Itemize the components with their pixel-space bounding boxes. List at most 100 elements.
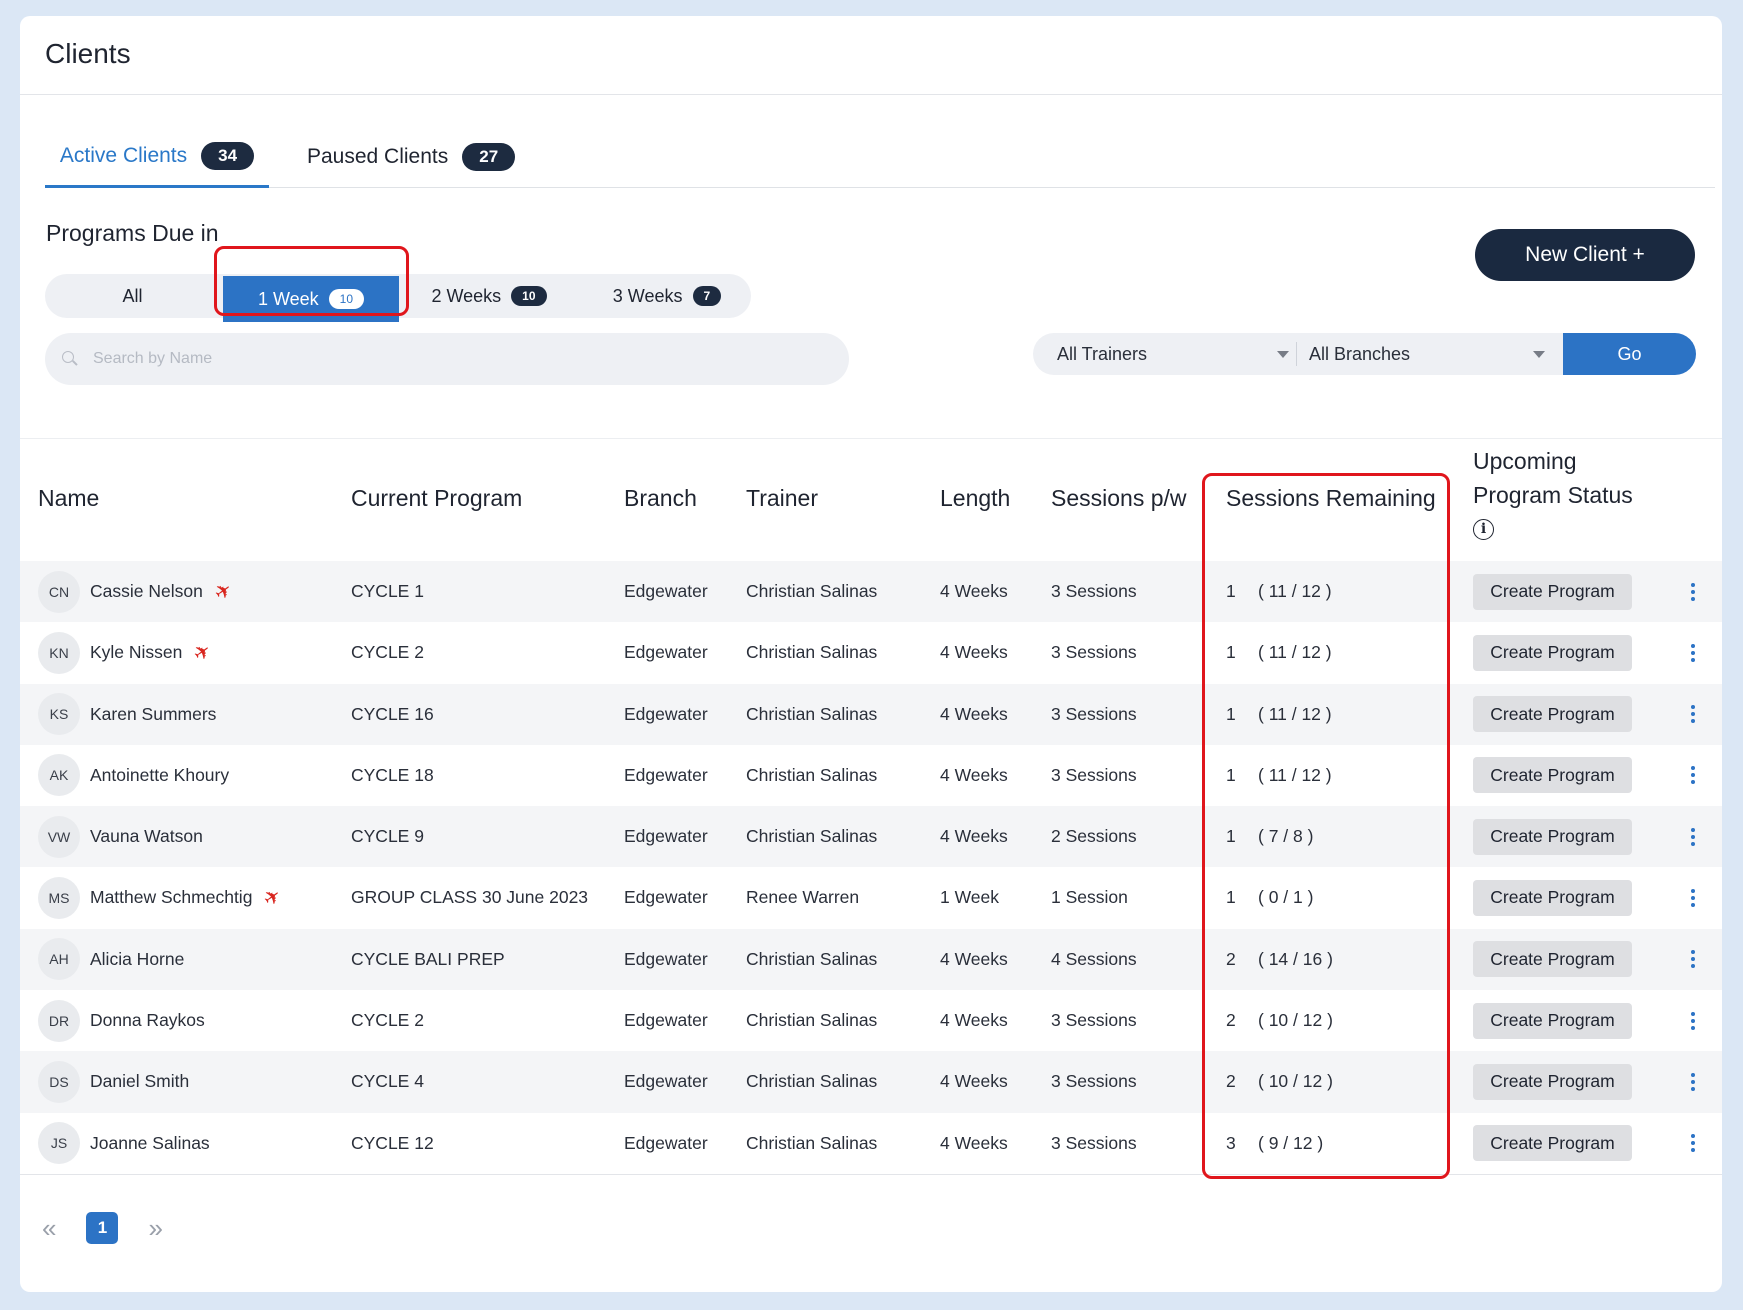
remaining-ratio: ( 10 / 12 )	[1258, 1010, 1333, 1031]
remaining-count: 1	[1226, 642, 1236, 663]
row-menu-cell	[1683, 622, 1703, 683]
row-menu-cell	[1683, 684, 1703, 745]
branch-cell: Edgewater	[624, 826, 708, 847]
status-cell: Create Program	[1473, 622, 1632, 683]
client-name-link[interactable]: Karen Summers	[90, 704, 216, 725]
client-name-link[interactable]: Alicia Horne	[90, 949, 184, 970]
create-program-button[interactable]: Create Program	[1473, 757, 1632, 794]
kebab-menu-icon[interactable]	[1683, 582, 1703, 601]
title-divider	[20, 94, 1722, 95]
program-cell: CYCLE BALI PREP	[351, 948, 505, 969]
remaining-count: 2	[1226, 948, 1236, 969]
row-menu-cell	[1683, 990, 1703, 1051]
search-input[interactable]	[93, 350, 793, 368]
trainer-cell: Christian Salinas	[746, 581, 878, 601]
trainer-cell: Christian Salinas	[746, 826, 878, 847]
remaining-ratio: ( 11 / 12 )	[1258, 642, 1332, 663]
caret-down-icon	[1277, 351, 1289, 358]
create-program-button[interactable]: Create Program	[1473, 634, 1632, 671]
create-program-button[interactable]: Create Program	[1473, 573, 1632, 610]
status-cell: Create Program	[1473, 806, 1632, 867]
filter-option-3-weeks[interactable]: 3 Weeks 7	[579, 274, 755, 318]
filter-option-2-weeks[interactable]: 2 Weeks 10	[401, 274, 577, 318]
create-program-button[interactable]: Create Program	[1473, 1002, 1632, 1039]
kebab-menu-icon[interactable]	[1683, 1011, 1703, 1030]
sessions-remaining-cell: 1 ( 11 / 12 )	[1226, 622, 1332, 683]
create-program-button[interactable]: Create Program	[1473, 818, 1632, 855]
page-number-button[interactable]: 1	[86, 1212, 119, 1244]
create-program-button[interactable]: Create Program	[1473, 1063, 1632, 1100]
name-cell: DS Daniel Smith	[38, 1051, 189, 1112]
avatar: AK	[38, 754, 80, 797]
kebab-menu-icon[interactable]	[1683, 888, 1703, 907]
name-cell: VW Vauna Watson	[38, 806, 203, 867]
kebab-menu-icon[interactable]	[1683, 643, 1703, 662]
client-name-link[interactable]: Daniel Smith	[90, 1071, 189, 1092]
remaining-count: 1	[1226, 703, 1236, 724]
sessions-pw-cell: 3 Sessions	[1051, 703, 1137, 724]
tab-label: Active Clients	[59, 143, 188, 167]
remaining-count: 1	[1226, 887, 1236, 908]
length-cell: 4 Weeks	[940, 581, 1008, 601]
filter-option-all[interactable]: All	[45, 274, 220, 318]
kebab-menu-icon[interactable]	[1683, 766, 1703, 785]
filter-option-1-week[interactable]: 1 Week 10	[223, 276, 399, 322]
program-cell: CYCLE 9	[351, 826, 424, 847]
filter-option-label: All	[122, 285, 143, 306]
row-menu-cell	[1683, 867, 1703, 928]
create-program-button[interactable]: Create Program	[1473, 696, 1632, 733]
client-name-link[interactable]: Matthew Schmechtig	[90, 887, 252, 908]
create-program-button[interactable]: Create Program	[1473, 1125, 1632, 1162]
kebab-menu-icon[interactable]	[1683, 1134, 1703, 1153]
client-name-link[interactable]: Joanne Salinas	[90, 1133, 210, 1154]
tab-count-badge: 27	[462, 143, 516, 171]
trainers-dropdown[interactable]: All Trainers	[1057, 333, 1289, 375]
sessions-pw-cell: 3 Sessions	[1051, 764, 1137, 785]
airplane-icon: ✈	[189, 639, 217, 668]
tab-paused-clients[interactable]: Paused Clients 27	[307, 126, 516, 188]
tab-active-clients[interactable]: Active Clients 34	[45, 126, 269, 188]
table-row: JS Joanne Salinas CYCLE 12 Edgewater Christi…	[20, 1113, 1722, 1174]
kebab-menu-icon[interactable]	[1683, 827, 1703, 846]
kebab-menu-icon[interactable]	[1683, 1072, 1703, 1091]
header-current-program: Current Program	[351, 485, 523, 511]
header-name: Name	[38, 485, 100, 511]
sessions-remaining-cell: 1 ( 11 / 12 )	[1226, 745, 1332, 806]
sessions-remaining-cell: 1 ( 7 / 8 )	[1226, 806, 1313, 867]
create-program-button[interactable]: Create Program	[1473, 941, 1632, 978]
header-status-line1: Upcoming	[1473, 448, 1577, 474]
remaining-ratio: ( 10 / 12 )	[1258, 1071, 1333, 1092]
sessions-remaining-cell: 2 ( 10 / 12 )	[1226, 990, 1333, 1051]
go-button[interactable]: Go	[1563, 333, 1696, 375]
filter-option-label: 3 Weeks	[612, 285, 683, 306]
remaining-ratio: ( 11 / 12 )	[1258, 703, 1332, 724]
status-cell: Create Program	[1473, 929, 1632, 990]
status-cell: Create Program	[1473, 867, 1632, 928]
kebab-menu-icon[interactable]	[1683, 950, 1703, 969]
client-name-link[interactable]: Kyle Nissen	[90, 642, 182, 663]
branch-cell: Edgewater	[624, 703, 708, 724]
chevron-double-right-icon[interactable]: »	[148, 1213, 162, 1244]
pagination: « 1 »	[42, 1211, 163, 1245]
new-client-button[interactable]: New Client +	[1475, 229, 1695, 281]
program-cell: GROUP CLASS 30 June 2023	[351, 887, 589, 908]
chevron-double-left-icon[interactable]: «	[42, 1213, 56, 1244]
table-row: DR Donna Raykos CYCLE 2 Edgewater Christian …	[20, 990, 1722, 1051]
client-name-link[interactable]: Donna Raykos	[90, 1010, 205, 1031]
client-name-link[interactable]: Vauna Watson	[90, 826, 203, 847]
create-program-button[interactable]: Create Program	[1473, 879, 1632, 916]
name-cell: AH Alicia Horne	[38, 929, 184, 990]
program-cell: CYCLE 2	[351, 642, 424, 663]
sessions-pw-cell: 3 Sessions	[1051, 642, 1137, 663]
branch-cell: Edgewater	[624, 948, 708, 969]
trainer-cell: Christian Salinas	[746, 1010, 878, 1031]
client-name-link[interactable]: Antoinette Khoury	[90, 765, 229, 786]
remaining-ratio: ( 0 / 1 )	[1258, 887, 1314, 908]
branch-cell: Edgewater	[624, 1010, 708, 1031]
branches-dropdown[interactable]: All Branches	[1309, 333, 1549, 375]
info-icon[interactable]: i	[1473, 518, 1494, 540]
client-name-link[interactable]: Cassie Nelson	[90, 581, 203, 602]
header-branch: Branch	[624, 485, 697, 511]
branch-cell: Edgewater	[624, 887, 708, 908]
kebab-menu-icon[interactable]	[1683, 705, 1703, 724]
